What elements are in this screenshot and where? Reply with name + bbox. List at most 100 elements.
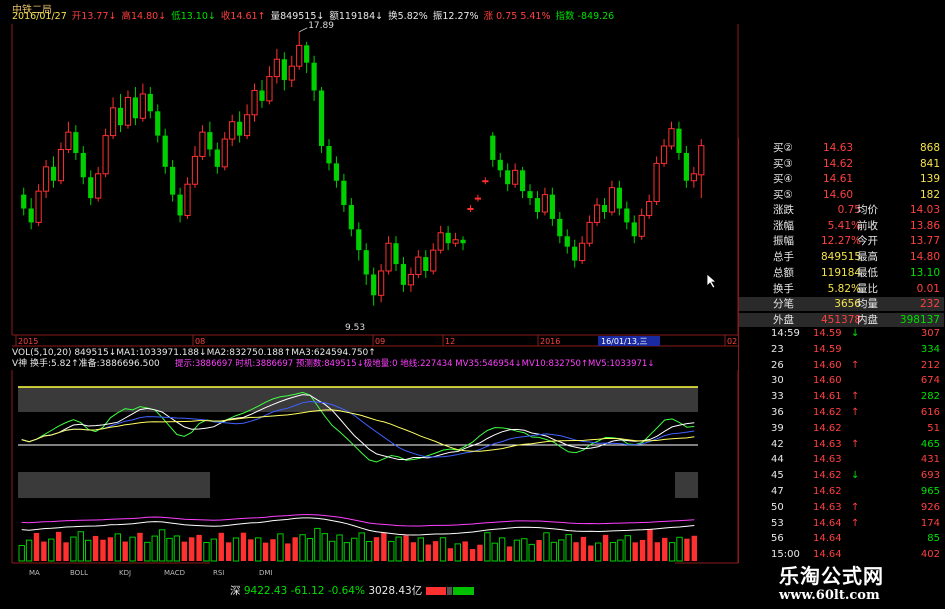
volume-bar: [432, 541, 439, 561]
tick-volume: 674: [920, 375, 940, 387]
stat-label: 前收: [857, 219, 878, 232]
tick-row: 42 14.63 ↑ 465: [771, 437, 944, 453]
tick-row: 53 14.64 ↑ 174: [771, 516, 944, 532]
tick-volume: 965: [920, 486, 940, 497]
stat-label: 量比: [857, 282, 878, 295]
volume-bar: [129, 536, 136, 562]
candle-body: [363, 250, 369, 275]
watermark-title: 乐淘公式网: [779, 564, 884, 588]
candle-body: [572, 246, 578, 261]
volume-bar: [381, 532, 387, 561]
candle-body: [668, 128, 675, 147]
volume-bar: [292, 537, 298, 561]
tab-rsi[interactable]: RSI: [213, 567, 224, 579]
candle-body: [378, 270, 385, 296]
candle-body: [281, 59, 287, 81]
candle-body: [243, 114, 251, 137]
tab-kdj[interactable]: KDJ: [119, 567, 131, 579]
volume-bar: [691, 535, 697, 561]
tick-volume: 334: [920, 343, 940, 355]
candles: [21, 31, 705, 306]
candle-body: [147, 93, 153, 112]
tab-macd[interactable]: MACD: [164, 567, 185, 579]
tick-direction: ↑: [851, 359, 860, 371]
candle-body: [660, 145, 668, 164]
candle-body: [266, 76, 273, 102]
tab-dmi[interactable]: DMI: [259, 567, 273, 579]
candle-body: [109, 107, 117, 137]
tick-volume: 174: [920, 517, 940, 529]
stat-label: 振幅: [773, 235, 794, 248]
bid-volume: 139: [919, 173, 940, 185]
volume-bar: [654, 542, 661, 561]
stat-value: 12.27%: [821, 235, 862, 248]
tick-direction: ↓: [851, 470, 860, 482]
index-pct: -0.64%: [327, 585, 365, 597]
volume-bar: [63, 542, 69, 561]
stat-row: 换手 5.82% 量比 0.01: [739, 282, 944, 296]
x-axis-label: 08: [195, 337, 205, 346]
volume-bar: [114, 533, 121, 562]
index-status-bar: 深 9422.43 -61.12 -0.64% 3028.43亿: [230, 583, 474, 599]
quote-panel: 买② 14.63 868 买③ 14.62 841 买④ 14.61 139 买⑤ 14.60 182…: [738, 138, 944, 576]
stat-row: 涨跌 0.75 均价 14.03: [739, 203, 944, 217]
watermark-url: www.60lt.com: [779, 588, 880, 603]
stat-label: 总额: [773, 266, 794, 279]
indicator-band-top: [18, 387, 698, 412]
candle-body: [259, 90, 265, 101]
stat-row: 总额 119184 最低 13.10: [739, 266, 944, 280]
volume-bar: [262, 542, 269, 561]
candle-body: [237, 121, 243, 136]
stock-chart-window: 中铁二局 2016/01/27 开13.77↓ 高14.80↓ 低13.10↓ …: [0, 0, 945, 609]
volume-bar: [181, 541, 187, 561]
stat-value: 451378: [821, 313, 862, 326]
candle-body: [88, 177, 94, 199]
bid-label: 买③: [773, 157, 793, 170]
tick-volume: 85: [927, 533, 940, 545]
tick-price: 14.62: [813, 486, 842, 497]
tick-row: 39 14.62 51: [771, 421, 944, 437]
stat-value: 0.75: [837, 204, 861, 216]
volume-bar: [107, 537, 114, 561]
tick-row: 30 14.60 674: [771, 373, 944, 389]
tick-price: 14.63: [813, 438, 842, 450]
crosshair-date: 16/01/13,三: [601, 337, 647, 346]
candle-body: [437, 232, 444, 251]
tick-row: 14:59 14.59 ↓ 307: [771, 326, 944, 342]
candle-body: [229, 121, 236, 140]
tab-boll[interactable]: BOLL: [70, 567, 88, 579]
candle-body: [608, 187, 616, 213]
high-annotation: 17.89: [308, 21, 334, 31]
volume-bar: [77, 531, 85, 562]
volume-bar: [647, 528, 653, 561]
volume-bar: [469, 549, 476, 561]
volume-bar: [144, 541, 151, 562]
tick-time: 26: [771, 359, 784, 371]
candle-body: [631, 222, 637, 237]
candle-body: [214, 149, 220, 167]
volume-bar: [662, 537, 668, 561]
candle-body: [385, 242, 392, 272]
bid-volume: 841: [919, 157, 940, 170]
bid-price: 14.63: [823, 142, 854, 154]
tick-price: 14.63: [813, 501, 842, 513]
tick-price: 14.62: [813, 470, 842, 482]
volume-bar: [41, 541, 47, 561]
bid-row: 买② 14.63 868: [739, 141, 944, 155]
tick-price: 14.61: [813, 391, 842, 403]
candle-body: [73, 132, 79, 153]
candle-body: [564, 236, 570, 247]
tick-row: 56 14.64 85: [771, 531, 944, 547]
x-axis-label: 2015: [18, 337, 38, 346]
candle-body: [42, 166, 50, 192]
volume-bar: [25, 539, 33, 562]
stat-row: 总手 849515 最高 14.80: [739, 250, 944, 264]
volume-bar: [70, 536, 77, 562]
bid-label: 买④: [773, 173, 793, 185]
bid-price: 14.61: [823, 173, 854, 185]
tick-direction: ↑: [851, 407, 860, 418]
volume-bar: [403, 535, 409, 561]
candle-body: [653, 162, 660, 203]
tab-ma[interactable]: MA: [29, 567, 40, 579]
candle-body: [191, 155, 199, 185]
